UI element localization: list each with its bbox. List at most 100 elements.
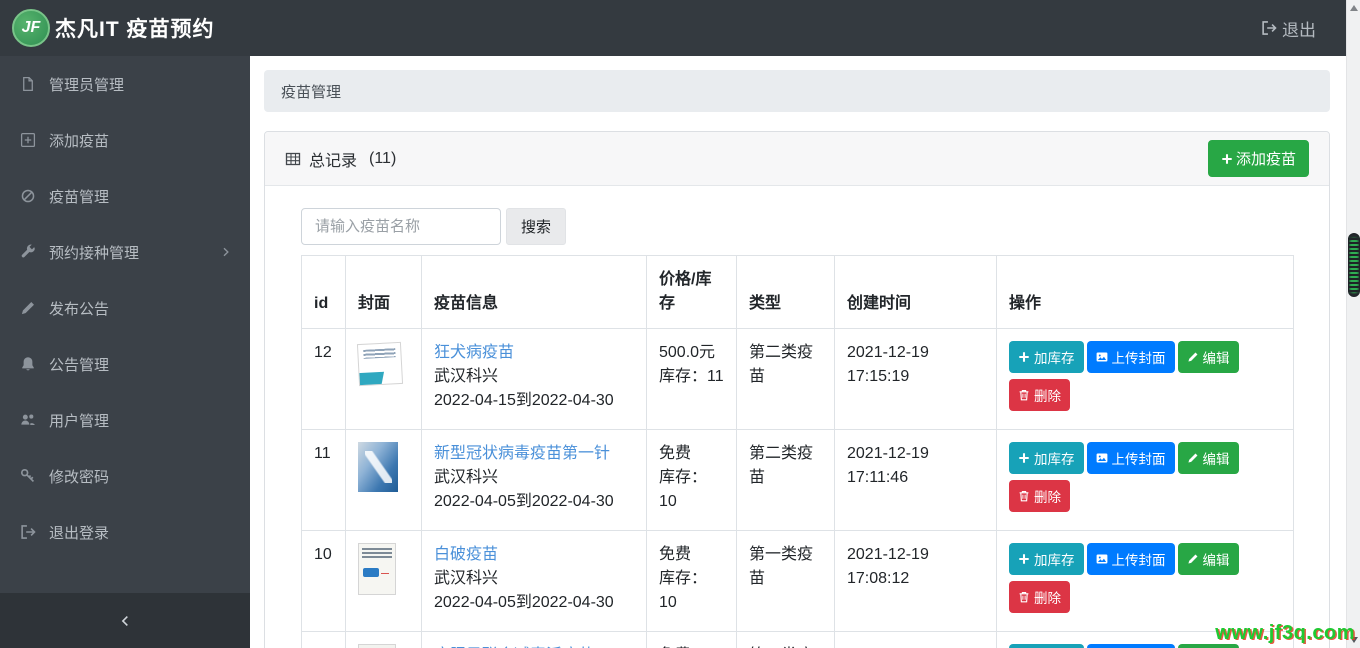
trash-icon [1018,591,1030,603]
sidebar-item-admin-management[interactable]: 管理员管理 [0,56,250,112]
edit-button[interactable]: 编辑 [1177,543,1239,575]
manufacturer: 武汉科兴 [434,570,499,587]
manufacturer: 武汉科兴 [434,469,499,486]
price-cell: 免费 库存：10 [646,530,737,632]
vaccine-table: id 封面 疫苗信息 价格/库存 类型 创建时间 操作 12 狂犬病疫苗 武汉科… [301,255,1294,648]
watermark: www.jf3q.com [1215,622,1355,644]
pencil-icon [1187,553,1199,565]
sidebar-item-label: 预约接种管理 [49,244,140,262]
sidebar-item-notice-management[interactable]: 公告管理 [0,336,250,392]
header-type: 类型 [736,255,835,329]
sidebar-item-add-vaccine[interactable]: 添加疫苗 [0,112,250,168]
header-actions: 操作 [996,255,1294,329]
pencil-icon [20,300,36,316]
search-input[interactable] [301,208,501,245]
cover-image [356,341,404,387]
sidebar-item-logout[interactable]: 退出登录 [0,504,250,560]
delete-button[interactable]: 删除 [1009,379,1070,411]
upload-cover-button[interactable]: 上传封面 [1086,543,1175,575]
cover-image [358,644,396,648]
sidebar-item-publish-notice[interactable]: 发布公告 [0,280,250,336]
table-row: 11 新型冠状病毒疫苗第一针 武汉科兴 2022-04-05到2022-04-3… [301,429,1294,531]
table-icon [285,151,301,167]
image-icon [1096,452,1108,464]
price: 500.0元 [659,344,716,361]
logout-button[interactable]: 退出 [1261,16,1316,41]
upload-cover-button[interactable]: 上传封面 [1086,644,1175,648]
cover-cell [345,328,422,430]
image-icon [1096,351,1108,363]
type-cell: 第一类疫苗 [736,530,835,632]
sidebar-item-label: 疫苗管理 [49,188,110,206]
vaccine-name-link[interactable]: 狂犬病疫苗 [434,344,514,361]
stock: 库存：10 [659,469,708,510]
scrollbar[interactable] [1346,0,1360,648]
upload-cover-button[interactable]: 上传封面 [1086,341,1175,373]
records-card: 总记录 (11) 添加疫苗 搜索 id [264,131,1330,648]
add-stock-button[interactable]: 加库存 [1009,341,1084,373]
sync-icon [20,188,36,204]
pencil-icon [1187,351,1199,363]
edit-button[interactable]: 编辑 [1177,341,1239,373]
chevron-right-icon [220,246,232,258]
plus-square-icon [20,132,36,148]
logout-label: 退出 [1282,20,1316,40]
id-cell: 11 [301,429,346,531]
created-cell: 2021-12-19 17:15:19 [834,328,997,430]
sign-out-icon [20,524,36,540]
sidebar-collapse-button[interactable] [0,593,250,648]
vaccine-name-link[interactable]: 新型冠状病毒疫苗第一针 [434,445,610,462]
type-cell: 第一类疫苗 [736,631,835,648]
validity-range: 2022-04-15到2022-04-30 [434,392,614,409]
scrollbar-thumb[interactable] [1348,233,1360,297]
price-cell: 免费 库存：10 [646,429,737,531]
trash-icon [1018,490,1030,502]
delete-button[interactable]: 删除 [1009,581,1070,613]
sidebar-item-vaccine-management[interactable]: 疫苗管理 [0,168,250,224]
file-icon [20,76,36,92]
users-icon [20,412,36,428]
table-row: 10 白破疫苗 武汉科兴 2022-04-05到2022-04-30 免费 库存… [301,530,1294,632]
sidebar-item-label: 公告管理 [49,356,110,374]
top-navbar: JF 杰凡IT 疫苗预约 退出 [0,0,1360,56]
scroll-up-arrow-icon[interactable] [1350,5,1358,11]
price: 免费 [659,644,724,648]
validity-range: 2022-04-05到2022-04-30 [434,594,614,611]
edit-button[interactable]: 编辑 [1177,442,1239,474]
table-row: 12 狂犬病疫苗 武汉科兴 2022-04-15到2022-04-30 500.… [301,328,1294,430]
header-id: id [301,255,346,329]
sidebar-item-label: 退出登录 [49,524,110,542]
price-cell: 免费 [646,631,737,648]
upload-cover-button[interactable]: 上传封面 [1086,442,1175,474]
key-icon [20,468,36,484]
brand[interactable]: JF 杰凡IT 疫苗预约 [12,9,215,47]
info-cell: 麻腮风联合减毒活疫苗 [421,631,647,648]
sidebar-item-change-password[interactable]: 修改密码 [0,448,250,504]
search-row: 搜索 [301,208,1293,245]
sidebar-item-user-management[interactable]: 用户管理 [0,392,250,448]
header-price-stock: 价格/库存 [646,255,737,329]
pencil-icon [1187,452,1199,464]
add-stock-button[interactable]: 加库存 [1009,442,1084,474]
sidebar-item-label: 添加疫苗 [49,132,110,150]
sidebar-item-appointment-management[interactable]: 预约接种管理 [0,224,250,280]
sign-out-icon [1261,20,1277,36]
card-body: 搜索 id 封面 疫苗信息 价格/库存 类型 创建时间 操作 [265,186,1329,648]
breadcrumb: 疫苗管理 [264,70,1330,112]
delete-button[interactable]: 删除 [1009,480,1070,512]
trash-icon [1018,389,1030,401]
search-button[interactable]: 搜索 [506,208,567,245]
sidebar: 管理员管理 添加疫苗 疫苗管理 预约接种管理 发布公告 公告管理 用户管理 修改… [0,56,250,648]
id-cell: 10 [301,530,346,632]
add-vaccine-button[interactable]: 添加疫苗 [1207,140,1309,177]
header-created: 创建时间 [834,255,997,329]
vaccine-name-link[interactable]: 白破疫苗 [434,546,498,563]
add-stock-button[interactable]: 加库存 [1009,543,1084,575]
created-cell: 2021-12-19 [834,631,997,648]
plus-icon [1018,553,1030,565]
info-cell: 白破疫苗 武汉科兴 2022-04-05到2022-04-30 [421,530,647,632]
sidebar-nav: 管理员管理 添加疫苗 疫苗管理 预约接种管理 发布公告 公告管理 用户管理 修改… [0,56,250,560]
add-stock-button[interactable]: 加库存 [1009,644,1084,648]
created-cell: 2021-12-19 17:08:12 [834,530,997,632]
actions-cell: 加库存上传封面编辑删除 [996,429,1294,531]
